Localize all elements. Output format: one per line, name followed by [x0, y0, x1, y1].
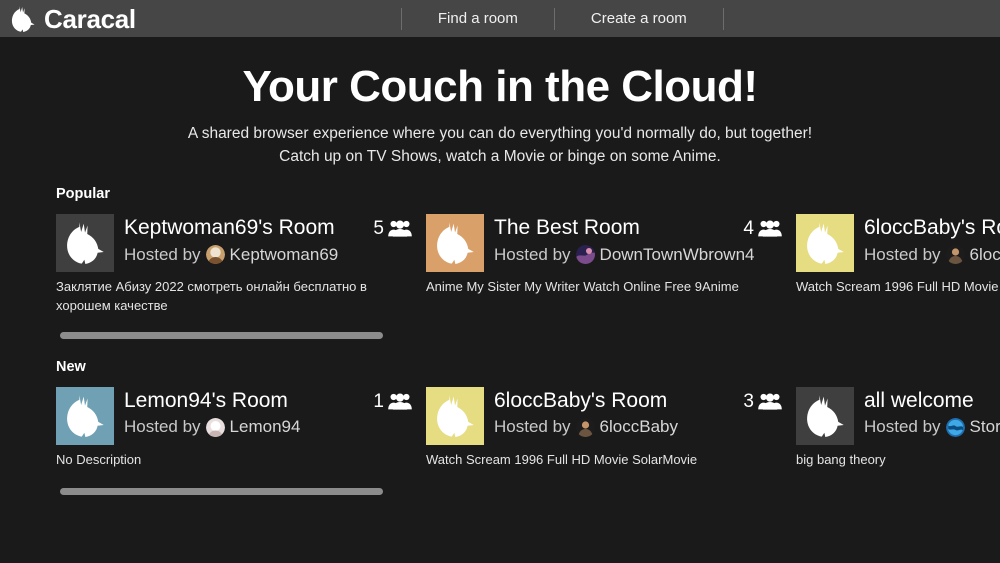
room-title: Keptwoman69's Room	[124, 216, 335, 240]
member-count-value: 3	[743, 390, 754, 412]
room-member-count: 4	[743, 219, 796, 238]
room-host: Hosted by 6loccBaby	[864, 245, 1000, 265]
host-avatar	[945, 417, 965, 437]
scrollbar-thumb[interactable]	[60, 332, 383, 340]
page-title: Your Couch in the Cloud!	[242, 62, 758, 111]
room-description: Watch Scream 1996 Full HD Movie SolarMov…	[796, 279, 1000, 295]
room-member-count: 5	[373, 219, 426, 238]
nav-find-a-room[interactable]: Find a room	[402, 0, 554, 37]
room-description: Заклятие Абизу 2022 смотреть онлайн бесп…	[56, 279, 367, 314]
host-avatar	[945, 245, 965, 265]
host-name: Keptwoman69	[229, 244, 339, 264]
host-name: Stor	[969, 417, 1000, 437]
users-icon	[388, 393, 412, 410]
room-member-count: 1	[373, 392, 426, 411]
room-host: Hosted by Stor	[864, 417, 1000, 437]
brand-name: Caracal	[44, 3, 136, 34]
users-icon	[388, 220, 412, 237]
main-nav: Find a room Create a room	[400, 0, 724, 37]
room-host: Hosted by Keptwoman69	[124, 245, 426, 265]
room-thumbnail	[426, 214, 484, 273]
host-name: DownTownWbrown4	[599, 244, 755, 264]
host-name: 6loccBaby	[599, 417, 678, 437]
room-title: Lemon94's Room	[124, 389, 288, 413]
section-new: New Lemon94's Room 1 Hosted by Lemon94 N…	[0, 359, 1000, 470]
room-title: 6loccBaby's Room	[864, 216, 1000, 240]
room-thumbnail	[56, 387, 114, 446]
room-card[interactable]: 6loccBaby's Room 3 Hosted by 6loccBaby W…	[426, 387, 796, 470]
room-rail-popular[interactable]: Keptwoman69's Room 5 Hosted by Keptwoman…	[56, 214, 1000, 316]
room-description: Anime My Sister My Writer Watch Online F…	[426, 279, 739, 295]
nav-create-a-room[interactable]: Create a room	[555, 0, 723, 37]
room-host: Hosted by Lemon94	[124, 417, 426, 437]
room-card[interactable]: Lemon94's Room 1 Hosted by Lemon94 No De…	[56, 387, 426, 470]
hosted-by-label: Hosted by	[494, 417, 571, 437]
room-rail-new[interactable]: Lemon94's Room 1 Hosted by Lemon94 No De…	[56, 387, 1000, 470]
new-rail-scrollbar[interactable]	[56, 486, 946, 497]
hosted-by-label: Hosted by	[864, 244, 941, 264]
room-thumbnail	[426, 387, 484, 446]
room-card[interactable]: all welcome Hosted by Stor big bang theo…	[796, 387, 1000, 470]
nav-divider	[722, 7, 724, 30]
member-count-value: 5	[373, 217, 384, 239]
brand-logo-link[interactable]: Caracal	[10, 5, 136, 33]
host-avatar	[205, 417, 225, 437]
room-thumbnail	[796, 214, 854, 273]
room-card[interactable]: 6loccBaby's Room Hosted by 6loccBaby	[796, 214, 1000, 316]
room-host: Hosted by DownTownWbrown4	[494, 245, 796, 265]
member-count-value: 4	[743, 217, 754, 239]
room-title: all welcome	[864, 389, 974, 413]
host-avatar	[575, 417, 595, 437]
host-name: Lemon94	[229, 417, 301, 437]
hero-subtitle-line-1: A shared browser experience where you ca…	[187, 125, 813, 143]
room-thumbnail	[56, 214, 114, 273]
caracal-head-icon	[10, 5, 36, 33]
room-title: 6loccBaby's Room	[494, 389, 668, 413]
room-card[interactable]: Keptwoman69's Room 5 Hosted by Keptwoman…	[56, 214, 426, 316]
hosted-by-label: Hosted by	[124, 417, 201, 437]
section-title-new: New	[56, 359, 86, 376]
host-avatar	[575, 245, 595, 265]
hosted-by-label: Hosted by	[864, 417, 941, 437]
host-avatar	[205, 245, 225, 265]
section-title-popular: Popular	[56, 186, 110, 203]
hosted-by-label: Hosted by	[124, 244, 201, 264]
room-description: big bang theory	[796, 452, 886, 468]
host-name: 6loccBaby	[969, 244, 1000, 264]
scrollbar-thumb[interactable]	[60, 487, 383, 495]
room-thumbnail	[796, 387, 854, 446]
hero-subtitle-line-2: Catch up on TV Shows, watch a Movie or b…	[279, 147, 721, 165]
users-icon	[758, 220, 782, 237]
room-card[interactable]: The Best Room 4 Hosted by DownTownWbrown…	[426, 214, 796, 316]
room-member-count: 3	[743, 392, 796, 411]
room-host: Hosted by 6loccBaby	[494, 417, 796, 437]
top-navigation-bar: Caracal Find a room Create a room	[0, 0, 1000, 37]
section-popular: Popular Keptwoman69's Room 5 Hosted by K…	[0, 186, 1000, 316]
room-title: The Best Room	[494, 216, 640, 240]
hero-section: Your Couch in the Cloud! A shared browse…	[0, 37, 1000, 168]
room-description: No Description	[56, 452, 142, 468]
hosted-by-label: Hosted by	[494, 244, 571, 264]
member-count-value: 1	[373, 390, 384, 412]
users-icon	[758, 393, 782, 410]
room-description: Watch Scream 1996 Full HD Movie SolarMov…	[426, 452, 698, 468]
popular-rail-scrollbar[interactable]	[56, 330, 946, 341]
